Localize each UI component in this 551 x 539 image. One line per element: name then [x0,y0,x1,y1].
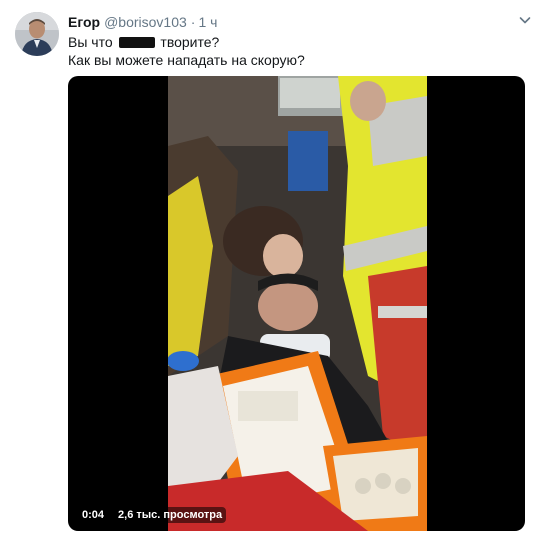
video-still [168,76,427,531]
tweet: Егор @borisov103 · 1 ч Вы что творите? Как … [0,0,551,539]
video-overlay: 0:04 2,6 тыс. просмотра [78,507,227,523]
tweet-time[interactable]: 1 ч [198,14,217,30]
censor-block [118,37,155,48]
avatar[interactable] [15,12,59,56]
tweet-text: Вы что творите? Как вы можете нападать н… [68,33,305,69]
tweet-header: Егор @borisov103 · 1 ч [68,13,217,31]
tweet-text-line-2: Как вы можете нападать на скорую? [68,52,305,68]
tweet-text-after-censor: творите? [160,34,220,50]
author-handle[interactable]: @borisov103 [104,14,187,30]
video-elapsed: 0:04 [78,507,109,523]
avatar-image [15,12,59,56]
video-player[interactable]: 0:04 2,6 тыс. просмотра [68,76,525,531]
tweet-text-before-censor: Вы что [68,34,113,50]
video-views: 2,6 тыс. просмотра [114,507,227,523]
author-name[interactable]: Егор [68,14,100,30]
tweet-text-line-1: Вы что творите? [68,33,305,51]
video-frame[interactable] [168,76,427,531]
header-separator: · [190,14,196,30]
chevron-down-icon[interactable] [517,12,533,28]
